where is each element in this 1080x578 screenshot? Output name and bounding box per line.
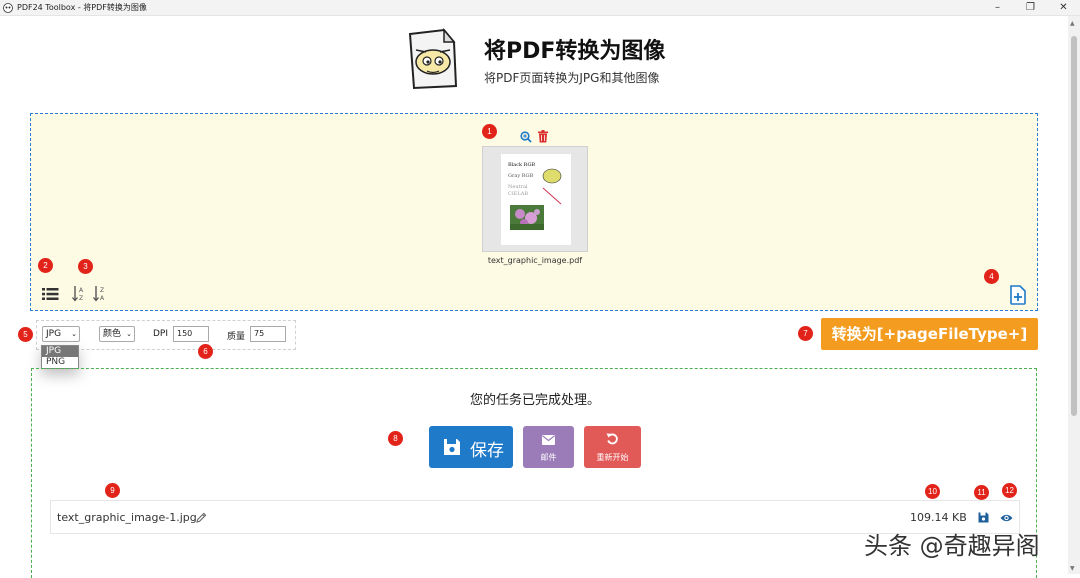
page-subtitle: 将PDF页面转换为JPG和其他图像 [484, 71, 660, 85]
sort-a-z-icon[interactable]: AZ [72, 285, 86, 302]
save-button-label: 保存 [470, 441, 504, 461]
scroll-down-icon[interactable]: ▼ [1070, 565, 1075, 572]
dpi-label: DPI [153, 329, 169, 339]
quality-label: 质量 [227, 332, 246, 342]
sort-z-a-icon[interactable]: ZA [93, 285, 107, 302]
annotation-badge-6: 6 [198, 344, 213, 359]
delete-file-icon[interactable] [537, 130, 549, 143]
window-titlebar: PDF24 Toolbox - 将PDF转换为图像 – ❐ ✕ [0, 0, 1080, 16]
scroll-up-icon[interactable]: ▲ [1070, 20, 1075, 27]
pdf-thumbnail[interactable]: Black RGB Gray RGB Neutral CIELAB [482, 146, 588, 252]
save-button[interactable]: 保存 [429, 426, 513, 468]
svg-text:Z: Z [79, 295, 83, 302]
annotation-badge-1: 1 [482, 124, 497, 139]
restart-button[interactable]: 重新开始 [584, 426, 641, 468]
svg-text:Z: Z [100, 287, 104, 294]
chevron-down-icon: ⌄ [126, 330, 132, 338]
tool-header: 将PDF转换为图像 将PDF页面转换为JPG和其他图像 [400, 28, 720, 92]
dpi-input[interactable]: 150 [173, 326, 209, 342]
color-select[interactable]: 颜色 ⌄ [99, 326, 135, 342]
annotation-badge-8: 8 [388, 431, 403, 446]
envelope-icon [542, 435, 555, 445]
add-file-icon[interactable] [1009, 285, 1027, 305]
pdf-page-preview: Black RGB Gray RGB Neutral CIELAB [501, 154, 571, 245]
annotation-badge-7: 7 [798, 326, 813, 341]
thumbnail-text: Black RGB [508, 162, 536, 168]
page-title: 将PDF转换为图像 [484, 39, 666, 64]
preview-eye-icon[interactable] [1000, 513, 1013, 523]
thumbnail-text: Gray RGB [508, 173, 534, 179]
convert-button[interactable]: 转换为[+pageFileType+] [821, 318, 1038, 350]
thumbnail-text: Neutral [508, 184, 528, 190]
color-select-value: 颜色 [103, 329, 122, 339]
page-scrollbar[interactable]: ▲ ▼ [1068, 16, 1080, 574]
annotation-badge-4: 4 [984, 269, 999, 284]
undo-icon [606, 433, 618, 445]
thumbnail-text: CIELAB [508, 191, 529, 197]
pdf24-mascot-logo [408, 28, 458, 90]
annotation-badge-9: 9 [105, 483, 120, 498]
list-view-icon[interactable] [42, 287, 59, 301]
annotation-badge-10: 10 [925, 484, 940, 499]
thumbnail-flower-photo [510, 205, 544, 230]
minimize-button[interactable]: – [981, 0, 1014, 16]
scrollbar-thumb[interactable] [1071, 36, 1077, 416]
save-icon [444, 439, 460, 455]
restart-button-label: 重新开始 [596, 453, 629, 462]
pencil-icon[interactable] [196, 512, 207, 523]
uploaded-file-name: text_graphic_image.pdf [487, 256, 583, 265]
annotation-badge-5: 5 [18, 327, 33, 342]
annotation-badge-3: 3 [78, 259, 93, 274]
annotation-badge-11: 11 [974, 485, 989, 500]
thumbnail-shapes [542, 168, 562, 205]
email-button-label: 邮件 [540, 453, 557, 462]
format-select-value: JPG [46, 329, 62, 339]
format-select[interactable]: JPG ⌄ [42, 326, 80, 342]
format-option-png[interactable]: PNG [42, 357, 78, 368]
task-complete-message: 您的任务已完成处理。 [469, 393, 600, 408]
close-button[interactable]: ✕ [1047, 0, 1080, 16]
quality-input[interactable]: 75 [250, 326, 286, 342]
window-title: PDF24 Toolbox - 将PDF转换为图像 [17, 3, 147, 12]
result-file-name: text_graphic_image-1.jpg [57, 511, 197, 524]
annotation-badge-2: 2 [38, 258, 53, 273]
annotation-badge-12: 12 [1002, 483, 1017, 498]
file-dropzone[interactable]: 1 Black RGB Gray RGB Neutral CIELAB text… [30, 113, 1038, 311]
watermark-text: 头条 @奇趣异阁 [864, 532, 1040, 560]
format-option-jpg[interactable]: JPG [42, 346, 78, 357]
save-file-icon[interactable] [978, 512, 989, 523]
result-file-size: 109.14 KB [910, 511, 967, 524]
format-dropdown-list: JPG PNG [41, 345, 79, 369]
maximize-button[interactable]: ❐ [1014, 0, 1047, 16]
app-icon [3, 2, 13, 13]
chevron-down-icon: ⌄ [71, 330, 77, 338]
svg-text:A: A [79, 287, 84, 294]
svg-text:A: A [100, 295, 105, 302]
email-button[interactable]: 邮件 [523, 426, 574, 468]
zoom-preview-icon[interactable] [520, 131, 532, 143]
